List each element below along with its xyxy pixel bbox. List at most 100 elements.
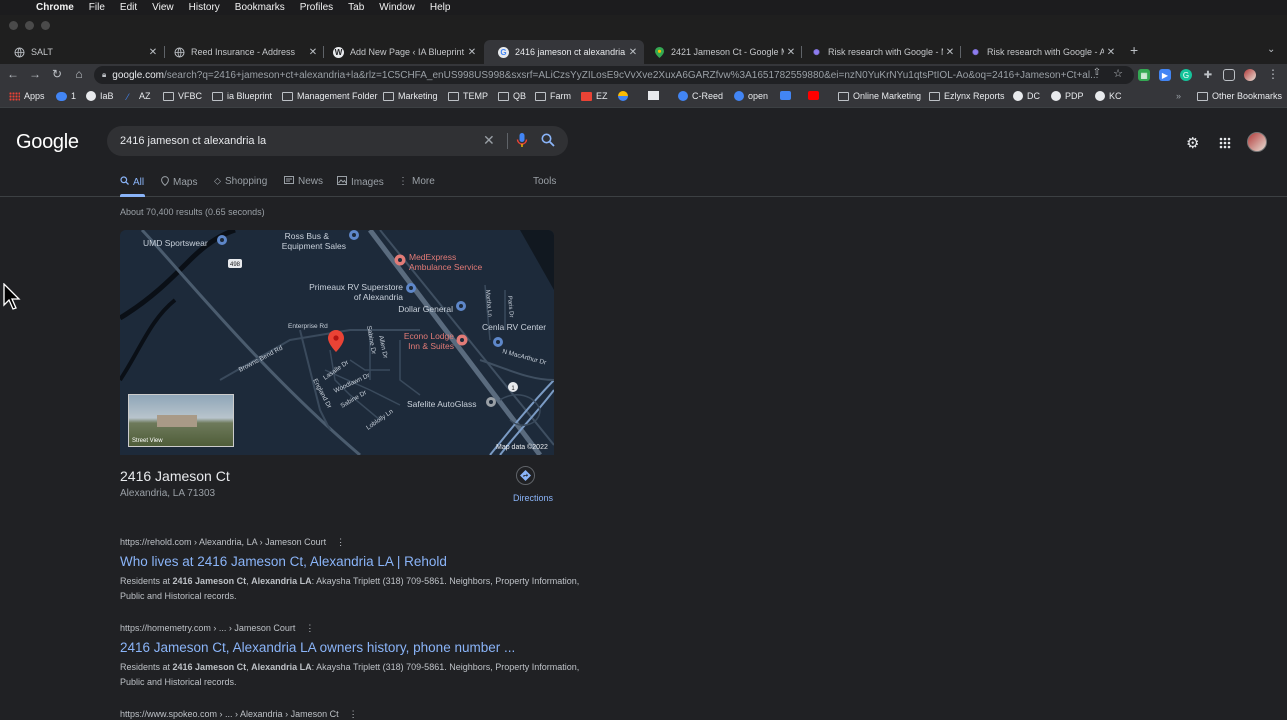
share-icon[interactable]: ⇧	[1090, 67, 1104, 78]
menu-view[interactable]: View	[152, 2, 174, 13]
bookmark-marketing[interactable]: Marketing	[383, 91, 438, 101]
bookmark-qb[interactable]: QB	[498, 91, 526, 101]
tools-button[interactable]: Tools	[533, 176, 556, 187]
tab-risk-research-1[interactable]: ✺ Risk research with Google - M ✕	[797, 40, 961, 64]
result-title-link[interactable]: Who lives at 2416 Jameson Ct, Alexandria…	[120, 554, 590, 569]
result-more-icon[interactable]: ⋮	[305, 623, 314, 633]
bookmark-open[interactable]: open	[734, 91, 768, 101]
tab-shopping[interactable]: ⬦ Shopping	[214, 176, 267, 187]
tab-all[interactable]: All	[120, 176, 144, 188]
bookmark-ezlynx-reports[interactable]: Ezlynx Reports	[929, 91, 1005, 101]
close-tab-icon[interactable]: ✕	[306, 47, 320, 58]
minimize-window-button[interactable]	[25, 21, 34, 30]
bookmark-youtube-icon[interactable]	[808, 91, 823, 100]
tab-label: Shopping	[225, 176, 268, 187]
address-bar[interactable]: 🔒︎ google.com /search?q=2416+jameson+ct+…	[94, 66, 1134, 84]
bookmark-farm[interactable]: Farm	[535, 91, 571, 101]
kebab-menu-icon[interactable]: ⋮	[1266, 67, 1280, 81]
close-tab-icon[interactable]: ✕	[943, 47, 957, 58]
close-tab-icon[interactable]: ✕	[465, 47, 479, 58]
microphone-icon[interactable]	[516, 132, 528, 153]
close-window-button[interactable]	[9, 21, 18, 30]
tab-images[interactable]: Images	[337, 176, 384, 188]
forward-arrow-icon[interactable]: →	[28, 67, 42, 81]
bookmark-ia-blueprint[interactable]: ia Blueprint	[212, 91, 272, 101]
directions-link[interactable]: Directions	[513, 493, 553, 503]
street-view-thumbnail[interactable]: Street View	[128, 394, 234, 447]
map-label-dollar: Dollar General	[398, 304, 453, 314]
result-more-icon[interactable]: ⋮	[349, 709, 358, 719]
map-preview[interactable]: 498 1 UMD Sportswear Ross Bus & Equipmen…	[120, 230, 554, 455]
wordpress-icon: W	[333, 46, 344, 58]
side-panel-icon[interactable]	[1223, 69, 1235, 81]
bookmark-1[interactable]: 1	[56, 91, 76, 101]
bookmark-ez[interactable]: EZ	[581, 91, 608, 101]
bookmark-star-icon[interactable]: ☆	[1111, 67, 1125, 80]
bookmark-r-icon[interactable]	[780, 91, 795, 100]
extension-sheets-icon[interactable]: ▦	[1138, 69, 1150, 81]
tab-salt[interactable]: SALT ✕	[0, 40, 164, 64]
menu-bookmarks[interactable]: Bookmarks	[235, 2, 285, 13]
bookmark-colored-circle-icon[interactable]	[618, 91, 632, 101]
bookmark-online-marketing[interactable]: Online Marketing	[838, 91, 921, 101]
menu-window[interactable]: Window	[379, 2, 415, 13]
search-input[interactable]: 2416 jameson ct alexandria la	[120, 135, 266, 147]
close-tab-icon[interactable]: ✕	[146, 47, 160, 58]
menu-profiles[interactable]: Profiles	[300, 2, 333, 13]
bookmark-pdp[interactable]: PDP	[1051, 91, 1084, 101]
bookmark-vfbc[interactable]: VFBC	[163, 91, 202, 101]
tab-google-maps[interactable]: 2421 Jameson Ct - Google Ma ✕	[640, 40, 802, 64]
tab-more[interactable]: ⋮ More	[398, 176, 435, 187]
tab-ia-blueprint[interactable]: W Add New Page ‹ IA Blueprint — ✕	[319, 40, 483, 64]
menu-edit[interactable]: Edit	[120, 2, 137, 13]
extension-zoom-icon[interactable]: ▶	[1159, 69, 1171, 81]
result-title-link[interactable]: 2416 Jameson Ct, Alexandria LA owners hi…	[120, 640, 590, 655]
tab-google-search[interactable]: G 2416 jameson ct alexandria la ✕	[484, 40, 644, 64]
bookmark-temp[interactable]: TEMP	[448, 91, 488, 101]
close-tab-icon[interactable]: ✕	[784, 47, 798, 58]
bookmark-dc[interactable]: DC	[1013, 91, 1040, 101]
bookmark-kc[interactable]: KC	[1095, 91, 1122, 101]
tab-news[interactable]: News	[284, 176, 323, 187]
new-tab-plus-icon[interactable]: +	[1130, 42, 1138, 58]
bookmark-management-folder[interactable]: Management Folder	[282, 91, 378, 101]
back-arrow-icon[interactable]: ←	[6, 67, 20, 81]
tab-search-chevron-icon[interactable]: ⌄	[1267, 44, 1275, 55]
result-cite[interactable]: https://rehold.com › Alexandria, LA › Ja…	[120, 537, 590, 548]
account-avatar[interactable]	[1247, 132, 1267, 152]
clear-search-icon[interactable]: ✕	[483, 132, 495, 149]
bookmark-other-bookmarks[interactable]: Other Bookmarks	[1197, 91, 1282, 101]
home-icon[interactable]: ⌂	[72, 67, 86, 81]
tab-maps[interactable]: Maps	[161, 176, 197, 189]
close-tab-icon[interactable]: ✕	[626, 47, 640, 58]
menu-file[interactable]: File	[89, 2, 105, 13]
bookmark-iab[interactable]: IaB	[86, 91, 114, 101]
extensions-puzzle-icon[interactable]: ✚	[1202, 69, 1214, 81]
menu-tab[interactable]: Tab	[348, 2, 364, 13]
search-magnifier-icon[interactable]	[541, 133, 555, 152]
google-apps-grid-icon[interactable]	[1219, 136, 1231, 154]
settings-gear-icon[interactable]: ⚙	[1186, 134, 1199, 152]
bookmark-apps[interactable]: Apps	[9, 91, 45, 101]
menu-chrome[interactable]: Chrome	[36, 2, 74, 13]
bookmark-c-reed[interactable]: C-Reed	[678, 91, 723, 101]
result-more-icon[interactable]: ⋮	[336, 537, 345, 547]
bookmark-square-icon[interactable]	[648, 91, 663, 100]
profile-avatar-icon[interactable]	[1244, 69, 1256, 81]
close-tab-icon[interactable]: ✕	[1104, 47, 1118, 58]
map-hwy-shield-label: 498	[230, 262, 241, 268]
bookmarks-overflow-chevron-icon[interactable]: »	[1176, 91, 1181, 101]
google-logo[interactable]: Google	[16, 131, 79, 154]
tab-risk-research-2[interactable]: ✺ Risk research with Google - Ap ✕	[956, 40, 1122, 64]
search-box[interactable]: 2416 jameson ct alexandria la ✕	[107, 126, 568, 156]
tab-reed-insurance[interactable]: Reed Insurance - Address ✕	[160, 40, 324, 64]
result-cite[interactable]: https://homemetry.com › ... › Jameson Co…	[120, 623, 590, 634]
directions-icon[interactable]	[516, 466, 535, 485]
reload-icon[interactable]: ↻	[50, 67, 64, 81]
menu-history[interactable]: History	[189, 2, 220, 13]
extension-grammarly-icon[interactable]: G	[1180, 69, 1192, 81]
zoom-window-button[interactable]	[41, 21, 50, 30]
result-cite[interactable]: https://www.spokeo.com › ... › Alexandri…	[120, 709, 590, 720]
bookmark-az[interactable]: ⁄ AZ	[127, 91, 151, 102]
menu-help[interactable]: Help	[430, 2, 451, 13]
